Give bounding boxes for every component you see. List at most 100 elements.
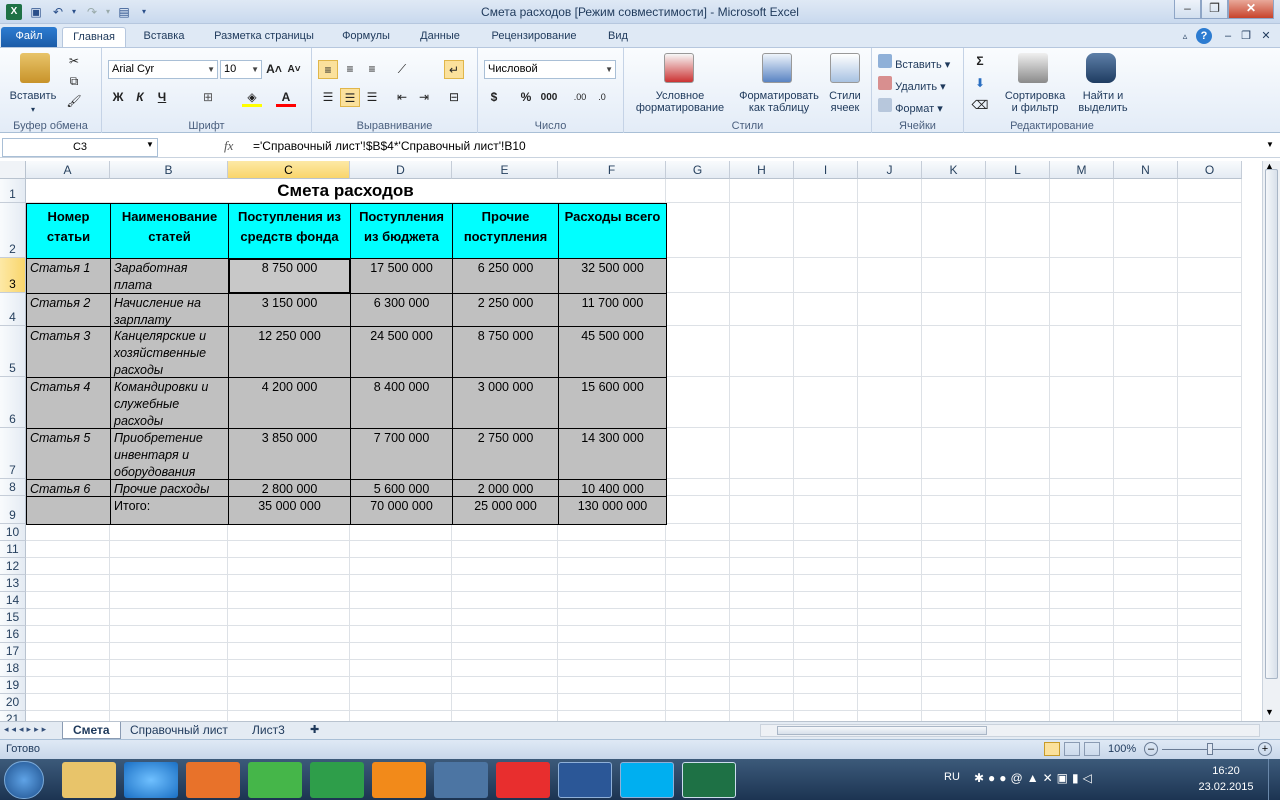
empty-cell[interactable]	[228, 694, 350, 711]
insert-sheet-icon[interactable]: ✚	[300, 722, 329, 739]
empty-cell[interactable]	[1114, 609, 1178, 626]
empty-cell[interactable]	[986, 293, 1050, 326]
empty-cell[interactable]	[986, 428, 1050, 479]
empty-cell[interactable]	[730, 293, 794, 326]
empty-cell[interactable]	[228, 626, 350, 643]
empty-cell[interactable]	[986, 524, 1050, 541]
empty-cell[interactable]	[858, 575, 922, 592]
table-cell[interactable]: 8 750 000	[452, 326, 559, 378]
table-cell[interactable]: 70 000 000	[350, 496, 453, 525]
empty-cell[interactable]	[666, 326, 730, 377]
empty-cell[interactable]	[228, 643, 350, 660]
fill-color-icon[interactable]: ◈	[242, 88, 262, 107]
empty-cell[interactable]	[558, 677, 666, 694]
tab-view[interactable]: Вид	[598, 27, 638, 47]
empty-cell[interactable]	[794, 258, 858, 293]
empty-cell[interactable]	[858, 496, 922, 524]
empty-cell[interactable]	[110, 592, 228, 609]
tab-data[interactable]: Данные	[410, 27, 470, 47]
borders-icon[interactable]: ⊞	[198, 88, 218, 107]
decrease-indent-icon[interactable]: ⇤	[392, 88, 412, 107]
empty-cell[interactable]	[1050, 479, 1114, 496]
empty-cell[interactable]	[1050, 541, 1114, 558]
shrink-font-icon[interactable]: A˅	[284, 60, 304, 79]
empty-cell[interactable]	[922, 496, 986, 524]
tab-home[interactable]: Главная	[62, 27, 126, 47]
language-indicator[interactable]: RU	[944, 771, 960, 783]
empty-cell[interactable]	[110, 575, 228, 592]
empty-cell[interactable]	[1050, 592, 1114, 609]
explorer-taskbar-icon[interactable]	[62, 762, 116, 798]
row-header-18[interactable]: 18	[0, 660, 26, 677]
row-header-14[interactable]: 14	[0, 592, 26, 609]
find-select-button[interactable]: Найти и выделить	[1068, 90, 1138, 114]
underline-button[interactable]: Ч	[152, 88, 172, 107]
empty-cell[interactable]	[666, 203, 730, 258]
row-header-19[interactable]: 19	[0, 677, 26, 694]
empty-cell[interactable]	[1114, 524, 1178, 541]
empty-cell[interactable]	[558, 592, 666, 609]
empty-cell[interactable]	[666, 626, 730, 643]
empty-cell[interactable]	[730, 575, 794, 592]
empty-cell[interactable]	[558, 694, 666, 711]
empty-cell[interactable]	[858, 479, 922, 496]
empty-cell[interactable]	[558, 660, 666, 677]
insert-cells-button[interactable]: Вставить ▾	[878, 54, 950, 71]
table-cell[interactable]: 4 200 000	[228, 377, 351, 429]
empty-cell[interactable]	[794, 592, 858, 609]
empty-cell[interactable]	[858, 660, 922, 677]
empty-cell[interactable]	[986, 711, 1050, 721]
empty-cell[interactable]	[986, 179, 1050, 203]
empty-cell[interactable]	[26, 643, 110, 660]
italic-button[interactable]: К	[130, 88, 150, 107]
empty-cell[interactable]	[228, 541, 350, 558]
excel-taskbar-icon[interactable]	[682, 762, 736, 798]
table-cell[interactable]: 14 300 000	[558, 428, 667, 480]
table-cell[interactable]: 2 750 000	[452, 428, 559, 480]
empty-cell[interactable]	[986, 592, 1050, 609]
empty-cell[interactable]	[666, 694, 730, 711]
empty-cell[interactable]	[452, 643, 558, 660]
empty-cell[interactable]	[452, 626, 558, 643]
workbook-restore-icon[interactable]: ❐	[1238, 27, 1254, 47]
table-cell[interactable]: 3 150 000	[228, 293, 351, 327]
empty-cell[interactable]	[1114, 711, 1178, 721]
table-cell[interactable]: 11 700 000	[558, 293, 667, 327]
conditional-format-button[interactable]: Условное форматирование	[626, 90, 734, 114]
empty-cell[interactable]	[986, 660, 1050, 677]
empty-cell[interactable]	[350, 626, 452, 643]
empty-cell[interactable]	[26, 694, 110, 711]
table-cell[interactable]: 32 500 000	[558, 258, 667, 294]
table-cell[interactable]: Статья 2	[26, 293, 111, 327]
row-header-20[interactable]: 20	[0, 694, 26, 711]
empty-cell[interactable]	[986, 541, 1050, 558]
empty-cell[interactable]	[794, 326, 858, 377]
table-cell[interactable]: 10 400 000	[558, 479, 667, 497]
table-cell[interactable]: 8 400 000	[350, 377, 453, 429]
empty-cell[interactable]	[1050, 203, 1114, 258]
page-break-view-icon[interactable]	[1084, 742, 1100, 756]
empty-cell[interactable]	[1178, 558, 1242, 575]
align-top-icon[interactable]: ≡	[318, 60, 338, 79]
font-size-combo[interactable]: 10 ▼	[220, 60, 262, 79]
empty-cell[interactable]	[228, 711, 350, 721]
grow-font-icon[interactable]: A˄	[264, 60, 284, 79]
empty-cell[interactable]	[26, 609, 110, 626]
empty-cell[interactable]	[1050, 524, 1114, 541]
scroll-down-icon[interactable]: ▼	[1265, 707, 1274, 717]
empty-cell[interactable]	[986, 479, 1050, 496]
empty-cell[interactable]	[110, 643, 228, 660]
column-header-L[interactable]: L	[986, 161, 1050, 179]
worksheet-grid[interactable]: ABCDEFGHIJKLMNO 1 2 3 4 5 6 7 8 9 10 11 12 13 14 15 16 1…	[0, 161, 1262, 721]
empty-cell[interactable]	[1114, 479, 1178, 496]
empty-cell[interactable]	[858, 524, 922, 541]
empty-cell[interactable]	[1050, 428, 1114, 479]
table-cell[interactable]: 2 000 000	[452, 479, 559, 497]
table-header-cell[interactable]: Поступления из средств фонда	[228, 203, 351, 259]
empty-cell[interactable]	[1178, 479, 1242, 496]
tab-formulas[interactable]: Формулы	[334, 27, 398, 47]
empty-cell[interactable]	[986, 496, 1050, 524]
empty-cell[interactable]	[1114, 541, 1178, 558]
empty-cell[interactable]	[228, 524, 350, 541]
horizontal-scrollbar[interactable]	[760, 724, 1260, 737]
